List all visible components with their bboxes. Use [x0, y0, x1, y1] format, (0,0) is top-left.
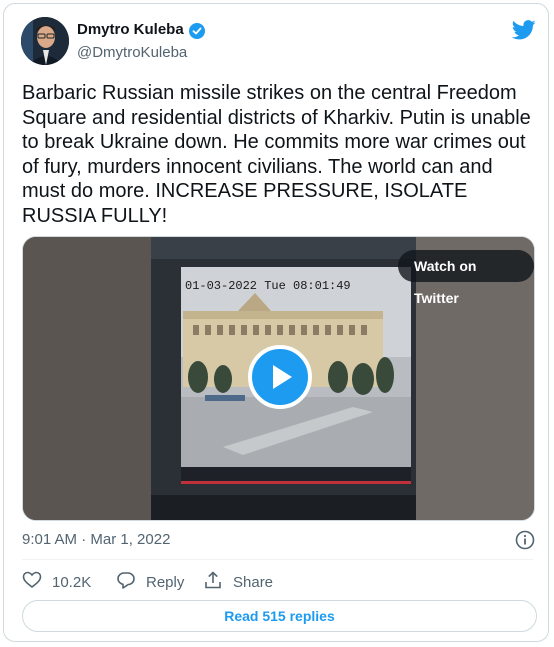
play-button[interactable] — [248, 345, 312, 409]
video-player[interactable]: 01-03-2022 Tue 08:01:49 Watch on Twitter — [22, 236, 535, 521]
like-count: 10.2K — [52, 573, 92, 591]
author-handle[interactable]: @DmytroKuleba — [77, 44, 187, 61]
overlay-timestamp: 01-03-2022 Tue 08:01:49 — [185, 279, 351, 293]
divider — [22, 559, 533, 560]
twitter-bird-icon[interactable] — [511, 20, 536, 45]
play-icon — [273, 365, 292, 389]
avatar[interactable] — [21, 17, 69, 65]
like-button[interactable]: 10.2K — [22, 570, 91, 594]
verified-badge-icon — [189, 23, 205, 44]
reply-icon — [116, 570, 136, 594]
share-button[interactable]: Share — [203, 570, 273, 594]
author-name[interactable]: Dmytro Kuleba — [77, 21, 184, 38]
tweet-card: Dmytro Kuleba @DmytroKuleba Barbaric Rus… — [3, 3, 549, 642]
reply-button[interactable]: Reply — [116, 570, 184, 594]
heart-icon — [22, 570, 42, 594]
info-icon[interactable] — [515, 530, 535, 555]
tweet-timestamp[interactable]: 9:01 AM · Mar 1, 2022 — [22, 531, 170, 548]
tweet-text: Barbaric Russian missile strikes on the … — [22, 82, 531, 227]
reply-label: Reply — [146, 573, 185, 591]
read-replies-button[interactable]: Read 515 replies — [22, 600, 537, 632]
share-label: Share — [233, 573, 274, 591]
share-icon — [203, 570, 223, 594]
watch-on-twitter-button[interactable]: Watch on Twitter — [398, 250, 534, 306]
